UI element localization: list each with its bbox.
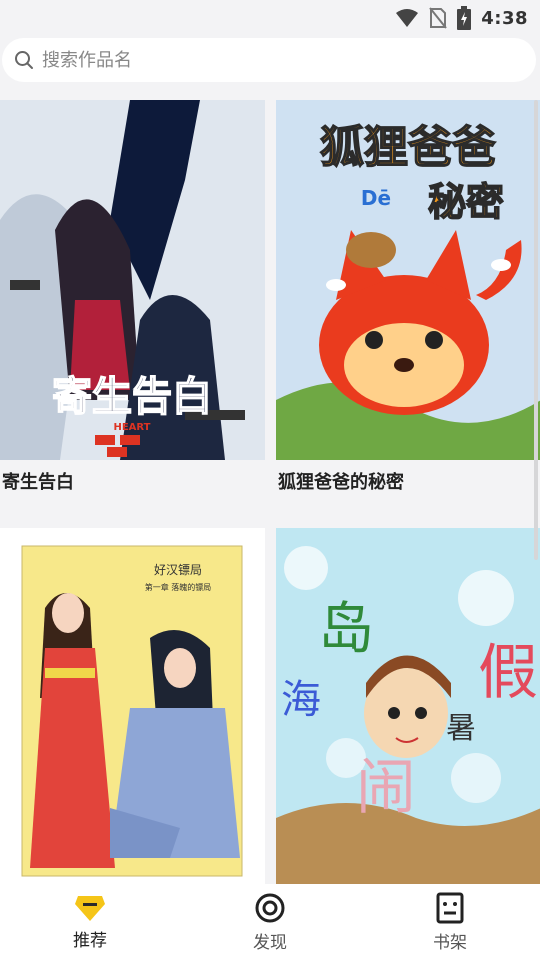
- cover-subtitle: 第一章 落魄的镖局: [145, 582, 212, 592]
- no-sim-icon: [429, 7, 447, 29]
- tab-bookshelf[interactable]: 书架: [360, 884, 540, 960]
- bottom-tab-bar: 推荐 发现 书架: [0, 884, 540, 960]
- comic-title[interactable]: 狐狸爸爸的秘密: [276, 460, 540, 494]
- status-icons: 4:38: [395, 6, 528, 30]
- comic-cover[interactable]: 狐狸爸爸 Dē 秘密: [276, 100, 540, 460]
- wifi-icon: [396, 9, 419, 27]
- cover-subtitle: Dē: [361, 186, 391, 210]
- search-box[interactable]: [2, 38, 536, 82]
- comic-cover[interactable]: 岛 海 假 闹 暑: [276, 528, 540, 884]
- search-input[interactable]: [42, 49, 502, 71]
- cover-title-c: 假: [478, 638, 538, 708]
- cover-title-b: 海: [281, 677, 321, 723]
- status-bar: 4:38: [0, 0, 540, 36]
- cover-title-e: 暑: [446, 711, 476, 746]
- comic-grid: 寄生告白 HEART 寄生告白 狐狸爸爸 Dē 秘密 狐狸爸爸的秘密 好汉镖局 …: [0, 100, 540, 884]
- tab-label: 书架: [433, 932, 467, 953]
- bookshelf-icon: [436, 892, 464, 923]
- target-icon: [255, 893, 285, 922]
- cover-title-d: 闹: [356, 753, 416, 823]
- cover-subtitle: HEART: [113, 422, 150, 433]
- comic-cover[interactable]: 好汉镖局 第一章 落魄的镖局: [0, 528, 265, 884]
- search-bar: [0, 36, 540, 98]
- tab-recommend[interactable]: 推荐: [0, 884, 180, 960]
- comic-card[interactable]: 岛 海 假 闹 暑: [276, 528, 540, 884]
- cover-title: 狐狸爸爸: [320, 122, 496, 173]
- tab-label: 推荐: [73, 930, 107, 951]
- tab-discover[interactable]: 发现: [180, 884, 360, 960]
- clock: 4:38: [481, 7, 528, 29]
- cover-title-2: 秘密: [428, 180, 504, 224]
- diamond-icon: [75, 895, 105, 921]
- search-icon: [15, 51, 33, 69]
- tab-label: 发现: [253, 932, 287, 953]
- scrollbar[interactable]: [534, 100, 538, 560]
- cover-title: 寄生告白: [52, 374, 212, 420]
- battery-icon: [457, 6, 472, 30]
- comic-title[interactable]: 寄生告白: [0, 460, 265, 494]
- comic-card[interactable]: 寄生告白 HEART 寄生告白: [0, 100, 265, 494]
- cover-title: 好汉镖局: [154, 562, 202, 577]
- comic-card[interactable]: 好汉镖局 第一章 落魄的镖局: [0, 528, 265, 884]
- comic-card[interactable]: 狐狸爸爸 Dē 秘密 狐狸爸爸的秘密: [276, 100, 540, 494]
- comic-cover[interactable]: 寄生告白 HEART: [0, 100, 265, 460]
- cover-title: 岛: [318, 597, 374, 662]
